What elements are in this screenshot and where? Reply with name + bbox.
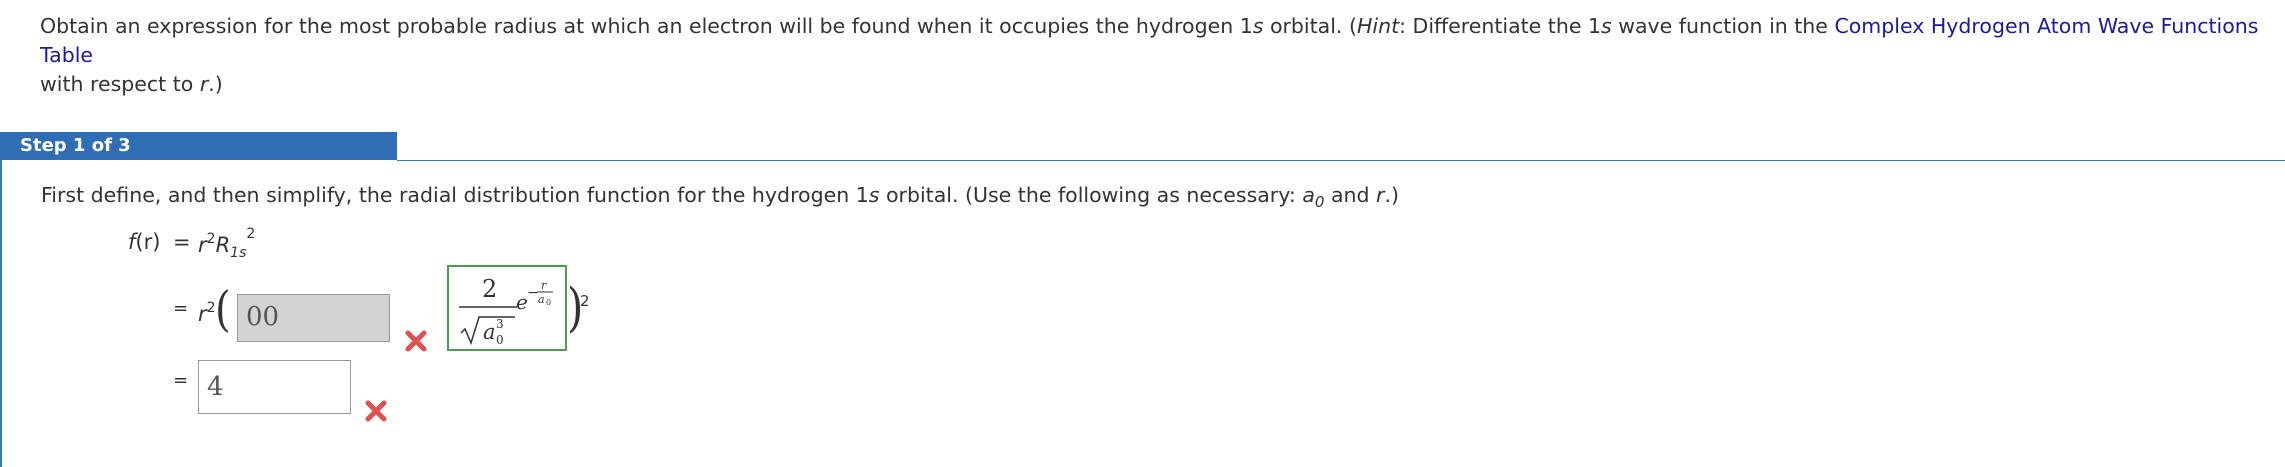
instr-text-b: orbital. (Use the following as necessary…	[879, 183, 1303, 207]
step-divider	[397, 160, 2285, 161]
hint-text-b: wave function in the	[1611, 14, 1835, 38]
x-mark-icon	[365, 400, 387, 422]
expr-base-sub: 0	[496, 333, 504, 347]
expr-base-sup: 3	[496, 317, 504, 331]
wavefunction-expression: 2 a 3 0 e − r a 0	[459, 275, 553, 347]
instr-text-c: and	[1324, 183, 1377, 207]
eq-lhs: f(r)	[128, 230, 161, 254]
instr-text-d: .)	[1384, 183, 1399, 207]
question-orbital-end: orbital. (	[1263, 14, 1357, 38]
correct-answer-box: 2 a 3 0 e − r a 0	[447, 265, 567, 351]
hint-text-a: : Differentiate the 1	[1399, 14, 1602, 38]
eq-equals-2: =	[173, 298, 189, 319]
expr-base-a: a	[483, 320, 496, 344]
eq-line2-outer-exp: 2	[580, 292, 590, 310]
eq-equals-1: =	[173, 230, 191, 254]
eq-line2-r2: r2	[198, 300, 216, 326]
x-mark-icon	[405, 330, 427, 352]
step-header: Step 1 of 3	[0, 132, 397, 160]
question-after-link: with respect to	[40, 72, 200, 96]
line3-answer-input[interactable]: 4	[198, 360, 351, 414]
question-orbital-s: s	[1252, 14, 1264, 38]
hint-label: Hint	[1356, 14, 1400, 38]
expr-numerator: 2	[482, 275, 497, 303]
expr-exp-num: r	[541, 279, 547, 292]
question-text: Obtain an expression for the most probab…	[40, 12, 2265, 99]
expr-exp-sign: −	[527, 285, 539, 301]
line2-answer-input[interactable]: 00	[237, 294, 390, 342]
step-left-border	[0, 160, 2, 467]
question-end: .)	[208, 72, 223, 96]
instr-text-a: First define, and then simplify, the rad…	[41, 183, 869, 207]
expr-exp-den: a	[538, 293, 545, 306]
hint-s: s	[1601, 14, 1612, 38]
question-intro: Obtain an expression for the most probab…	[40, 14, 1253, 38]
expr-exp-den-sub: 0	[546, 298, 551, 307]
question-r-var: r	[199, 72, 209, 96]
eq-equals-3: =	[173, 370, 189, 391]
instr-a0: a0	[1302, 183, 1325, 212]
instr-s: s	[868, 183, 880, 207]
step-instruction: First define, and then simplify, the rad…	[41, 181, 1399, 216]
eq-rhs-1: r2R1s2	[198, 226, 256, 261]
open-paren: (	[215, 282, 231, 338]
